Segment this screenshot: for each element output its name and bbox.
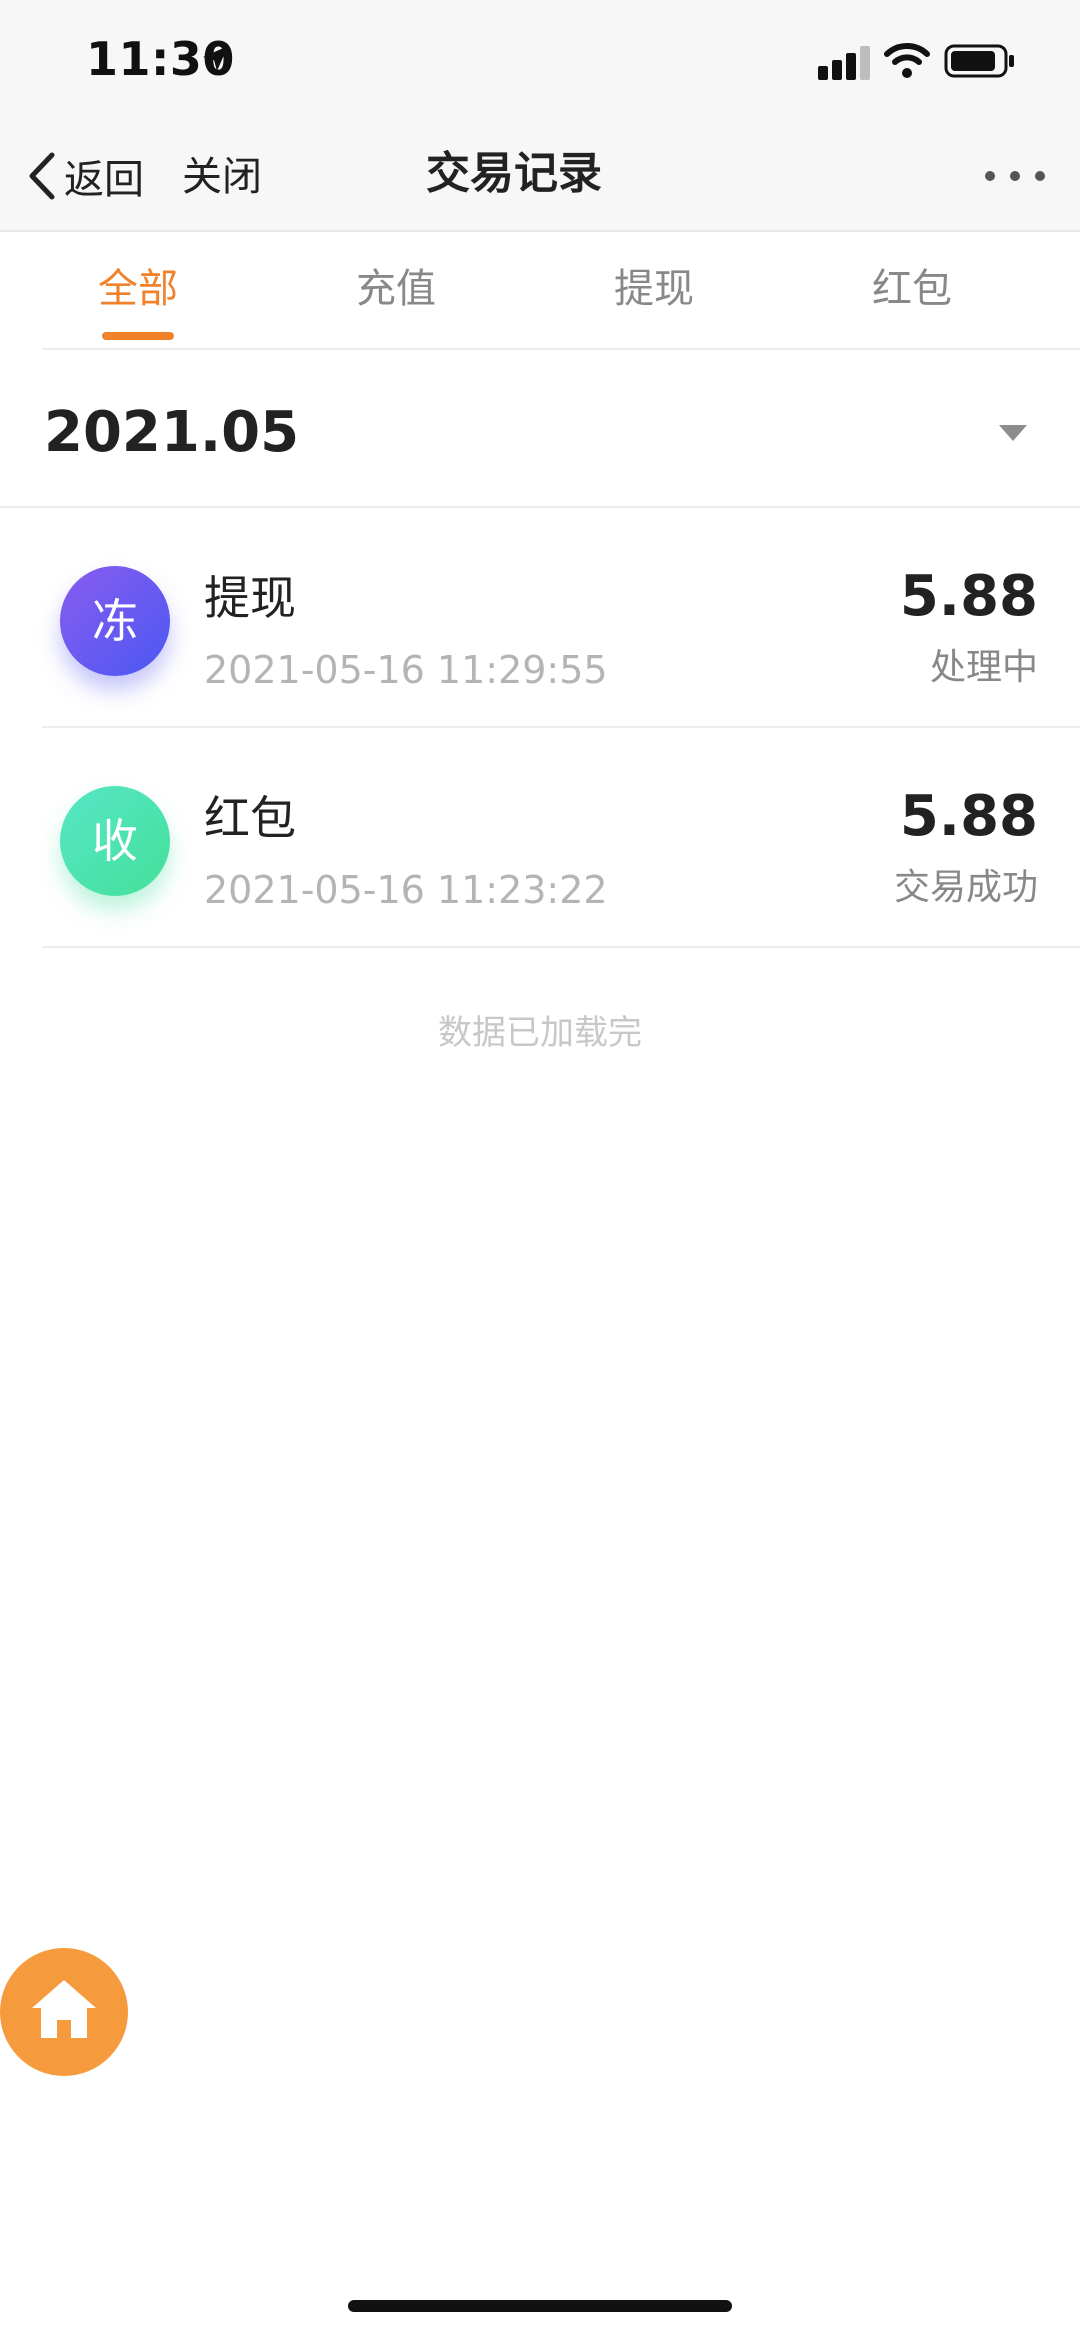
list-end-text: 数据已加载完 xyxy=(438,1013,642,1053)
tab-withdraw[interactable]: 提现 xyxy=(554,262,754,316)
home-indicator xyxy=(348,2300,732,2312)
month-label: 2021.05 xyxy=(44,400,300,465)
close-button[interactable]: 关闭 xyxy=(182,150,262,204)
tab-red-packet[interactable]: 红包 xyxy=(812,262,1012,316)
chevron-left-icon xyxy=(29,152,55,200)
tab-all[interactable]: 全部 xyxy=(38,262,238,316)
active-tab-indicator xyxy=(102,332,174,340)
transaction-amount: 5.88 xyxy=(899,564,1038,629)
home-icon xyxy=(32,1980,96,2038)
page-title: 交易记录 xyxy=(426,148,602,199)
transaction-name: 提现 xyxy=(204,571,296,625)
transaction-avatar: 收 xyxy=(60,786,170,896)
status-bar: 11:30 xyxy=(0,0,1080,120)
cellular-signal-icon xyxy=(818,46,870,80)
transaction-name: 红包 xyxy=(204,791,296,845)
transaction-status: 交易成功 xyxy=(893,867,1038,908)
battery-icon xyxy=(944,44,1014,78)
transaction-time: 2021-05-16 11:23:22 xyxy=(204,868,608,912)
transaction-row[interactable]: 冻 提现 2021-05-16 11:29:55 5.88 处理中 xyxy=(0,508,1080,728)
location-arrow-icon xyxy=(203,46,228,71)
transaction-status: 处理中 xyxy=(929,647,1038,688)
tab-recharge[interactable]: 充值 xyxy=(296,262,496,316)
transaction-amount: 5.88 xyxy=(899,784,1038,849)
wifi-icon xyxy=(884,43,930,78)
more-dots-icon[interactable] xyxy=(980,156,1050,196)
caret-down-icon xyxy=(999,425,1027,441)
transaction-list: 冻 提现 2021-05-16 11:29:55 5.88 处理中 收 红包 2… xyxy=(0,508,1080,948)
nav-bar: 返回 关闭 交易记录 xyxy=(0,120,1080,232)
back-label: 返回 xyxy=(64,157,144,203)
back-button[interactable]: 返回 xyxy=(26,148,144,204)
row-divider xyxy=(42,946,1080,948)
month-selector[interactable]: 2021.05 xyxy=(0,350,1080,508)
transaction-avatar: 冻 xyxy=(60,566,170,676)
transaction-row[interactable]: 收 红包 2021-05-16 11:23:22 5.88 交易成功 xyxy=(0,728,1080,948)
home-button[interactable] xyxy=(0,1948,128,2076)
tab-bar: 全部 充值 提现 红包 xyxy=(0,232,1080,350)
transaction-time: 2021-05-16 11:29:55 xyxy=(204,648,608,692)
